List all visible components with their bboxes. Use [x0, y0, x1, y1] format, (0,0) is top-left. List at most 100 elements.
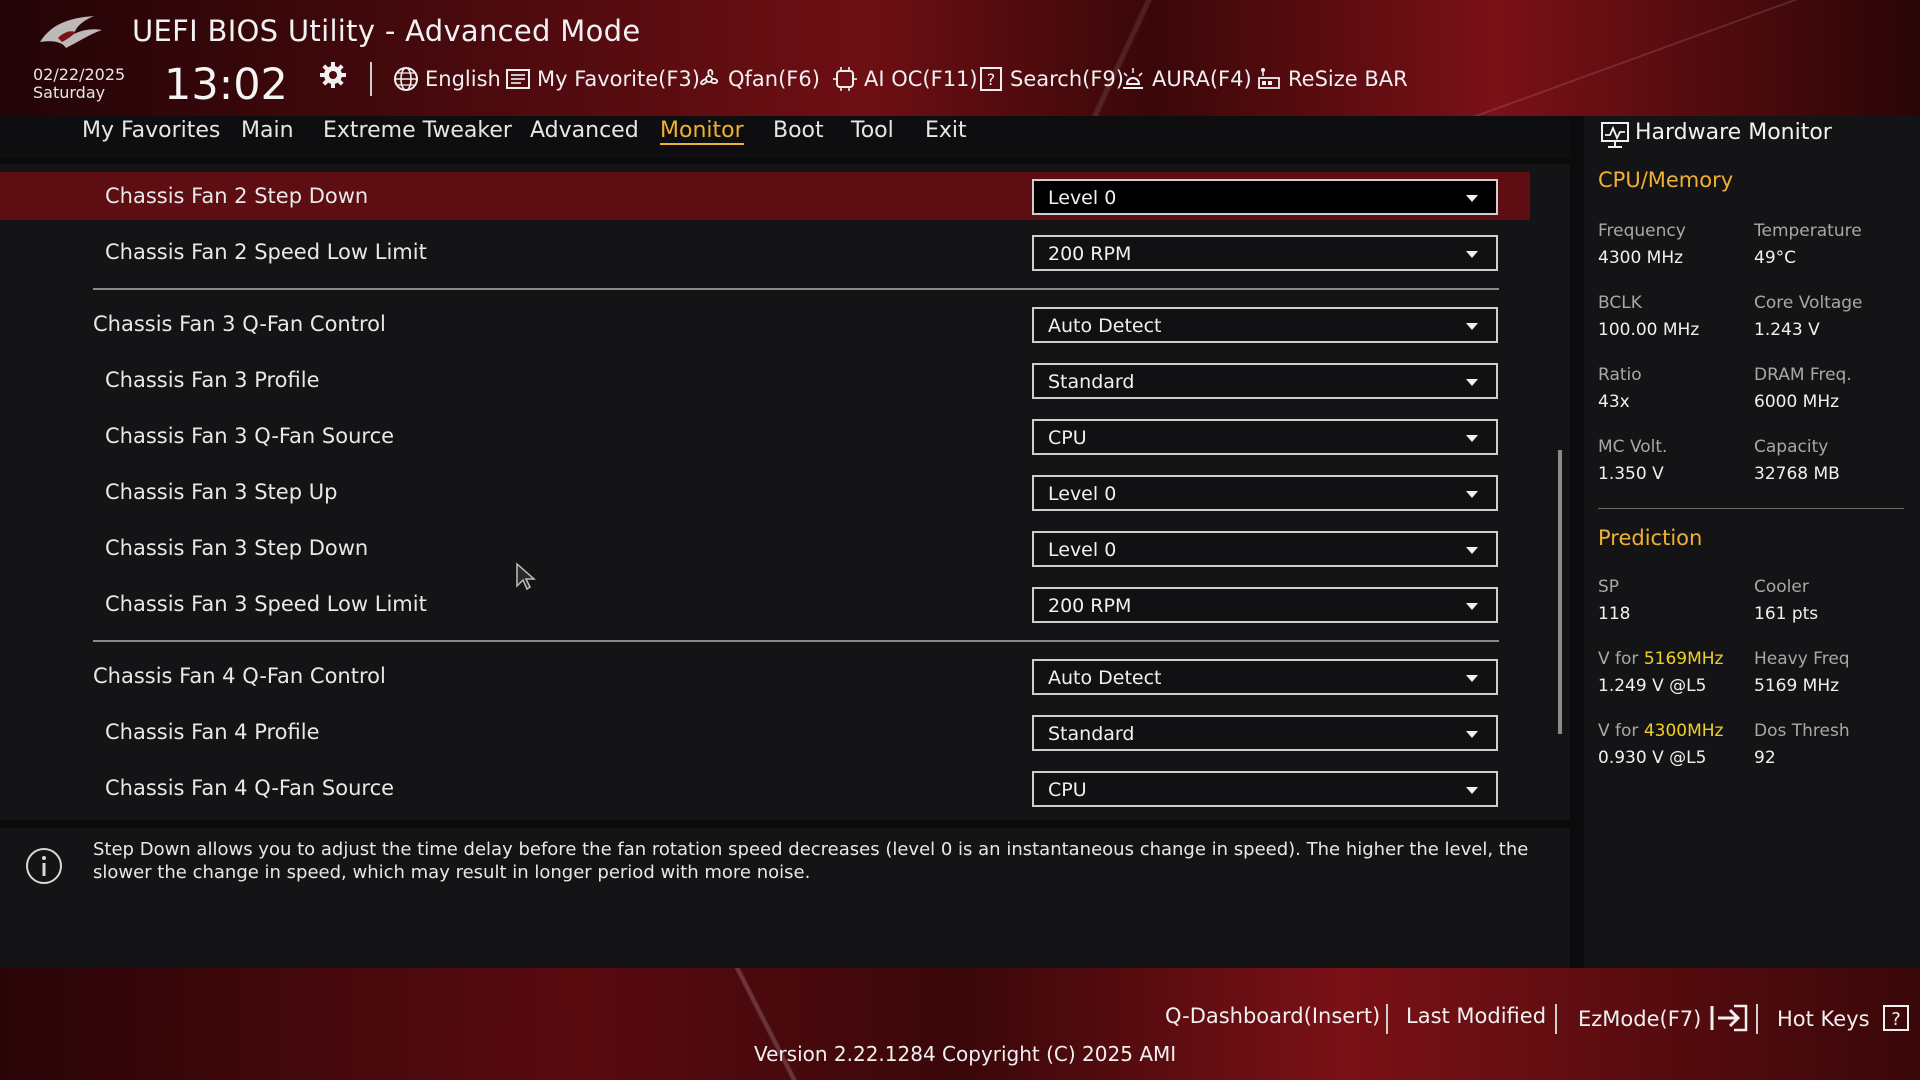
setting-row[interactable]: Chassis Fan 2 Step Down Level 0 — [0, 172, 1530, 220]
tab-exit[interactable]: Exit — [925, 118, 967, 143]
settings-panel: My Favorites Main Extreme Tweaker Advanc… — [0, 116, 1570, 820]
clock[interactable]: 13:02 — [164, 60, 288, 110]
chevron-down-icon — [1466, 675, 1478, 682]
frequency-value: 4300 MHz — [1598, 248, 1684, 268]
tab-extreme-tweaker[interactable]: Extreme Tweaker — [323, 118, 512, 143]
monitor-icon — [1601, 122, 1629, 148]
capacity-label: Capacity — [1754, 437, 1829, 457]
main-menu-tabs: My Favorites Main Extreme Tweaker Advanc… — [0, 116, 1570, 158]
setting-row[interactable]: Chassis Fan 4 Profile Standard — [0, 708, 1530, 756]
chevron-down-icon — [1466, 195, 1478, 202]
menu-divider — [0, 158, 1570, 164]
cpu-memory-title: CPU/Memory — [1598, 168, 1734, 192]
temperature-value: 49°C — [1754, 248, 1797, 268]
language-button[interactable]: English — [393, 64, 501, 94]
cooler-label: Cooler — [1754, 577, 1809, 597]
capacity-value: 32768 MB — [1754, 464, 1840, 484]
qfan-button[interactable]: Qfan(F6) — [696, 64, 820, 94]
hot-keys-button[interactable]: Hot Keys ? — [1777, 1004, 1910, 1032]
setting-label: Chassis Fan 2 Speed Low Limit — [105, 240, 427, 264]
setting-dropdown[interactable]: Auto Detect — [1032, 659, 1498, 695]
dropdown-value: Standard — [1048, 723, 1135, 745]
tab-monitor[interactable]: Monitor — [660, 118, 744, 145]
aura-button[interactable]: AURA(F4) — [1120, 64, 1252, 94]
setting-label: Chassis Fan 3 Step Up — [105, 480, 338, 504]
v-for-text: V for — [1598, 721, 1639, 741]
setting-dropdown[interactable]: Level 0 — [1032, 475, 1498, 511]
chevron-down-icon — [1466, 547, 1478, 554]
my-favorite-label: My Favorite(F3) — [537, 67, 700, 91]
my-favorite-button[interactable]: My Favorite(F3) — [505, 64, 700, 94]
ezmode-button[interactable]: EzMode(F7) — [1578, 1004, 1750, 1032]
setting-row[interactable]: Chassis Fan 4 Q-Fan Source CPU — [0, 764, 1530, 812]
tab-advanced[interactable]: Advanced — [530, 118, 639, 143]
section-divider — [1598, 508, 1904, 509]
tab-boot[interactable]: Boot — [773, 118, 824, 143]
dropdown-value: 200 RPM — [1048, 243, 1132, 265]
setting-row[interactable]: Chassis Fan 3 Step Up Level 0 — [0, 468, 1530, 516]
heavy-freq-value: 5169 MHz — [1754, 676, 1840, 696]
setting-dropdown[interactable]: 200 RPM — [1032, 235, 1498, 271]
help-text: Step Down allows you to adjust the time … — [93, 839, 1529, 883]
date-display: 02/22/2025 Saturday — [33, 66, 125, 102]
language-label: English — [425, 67, 501, 91]
dos-thresh-value: 92 — [1754, 748, 1776, 768]
tab-main[interactable]: Main — [241, 118, 294, 143]
dropdown-value: CPU — [1048, 779, 1087, 801]
setting-dropdown[interactable]: Level 0 — [1032, 531, 1498, 567]
setting-dropdown[interactable]: Level 0 — [1032, 179, 1498, 215]
ai-chip-icon — [833, 67, 857, 91]
chevron-down-icon — [1466, 379, 1478, 386]
chevron-down-icon — [1466, 323, 1478, 330]
footer-separator — [1386, 1004, 1388, 1034]
setting-dropdown[interactable]: Standard — [1032, 715, 1498, 751]
sp-label: SP — [1598, 577, 1620, 597]
setting-row[interactable]: Chassis Fan 3 Q-Fan Source CPU — [0, 412, 1530, 460]
search-button[interactable]: ? Search(F9) — [978, 64, 1124, 94]
fan-icon — [700, 68, 719, 86]
chevron-down-icon — [1466, 491, 1478, 498]
setting-row[interactable]: Chassis Fan 3 Speed Low Limit 200 RPM — [0, 580, 1530, 628]
qfan-label: Qfan(F6) — [728, 67, 820, 91]
version-copyright: Version 2.22.1284 Copyright (C) 2025 AMI — [754, 1042, 1177, 1066]
footer-separator — [1555, 1004, 1557, 1034]
q-dashboard-button[interactable]: Q-Dashboard(Insert) — [1165, 1004, 1380, 1028]
setting-label: Chassis Fan 3 Q-Fan Source — [105, 424, 395, 448]
day-text: Saturday — [33, 83, 106, 102]
group-divider — [93, 640, 1499, 642]
bios-screen: UEFI BIOS Utility - Advanced Mode 02/22/… — [0, 0, 1920, 1080]
setting-row[interactable]: Chassis Fan 2 Speed Low Limit 200 RPM — [0, 228, 1530, 276]
bclk-value: 100.00 MHz — [1598, 320, 1700, 340]
aura-light-icon — [1123, 68, 1143, 89]
setting-row[interactable]: Chassis Fan 4 Q-Fan Control Auto Detect — [0, 652, 1530, 700]
ai-oc-button[interactable]: AI OC(F11) — [832, 64, 978, 94]
setting-row[interactable]: Chassis Fan 3 Step Down Level 0 — [0, 524, 1530, 572]
resize-bar-button[interactable]: ReSize BAR — [1256, 64, 1408, 94]
tab-tool[interactable]: Tool — [851, 118, 894, 143]
setting-row[interactable]: Chassis Fan 3 Q-Fan Control Auto Detect — [0, 300, 1530, 348]
dropdown-value: Auto Detect — [1048, 315, 1162, 337]
setting-dropdown[interactable]: Standard — [1032, 363, 1498, 399]
v-for-value-2: 0.930 V @L5 — [1598, 748, 1707, 768]
setting-label: Chassis Fan 2 Step Down — [105, 184, 369, 208]
setting-row[interactable]: Chassis Fan 3 Profile Standard — [0, 356, 1530, 404]
header-separator — [370, 62, 372, 96]
mouse-pointer-icon — [516, 562, 536, 591]
chevron-down-icon — [1466, 251, 1478, 258]
sp-value: 118 — [1598, 604, 1631, 624]
hot-keys-label: Hot Keys — [1777, 1007, 1870, 1031]
header-bar: UEFI BIOS Utility - Advanced Mode 02/22/… — [0, 0, 1920, 116]
hardware-monitor-panel: Hardware Monitor CPU/Memory Frequency 43… — [1584, 116, 1920, 968]
setting-dropdown[interactable]: Auto Detect — [1032, 307, 1498, 343]
setting-dropdown[interactable]: 200 RPM — [1032, 587, 1498, 623]
setting-label: Chassis Fan 3 Q-Fan Control — [93, 312, 386, 336]
last-modified-button[interactable]: Last Modified — [1406, 1004, 1546, 1028]
dropdown-value: Auto Detect — [1048, 667, 1162, 689]
gear-icon[interactable] — [318, 60, 348, 90]
setting-dropdown[interactable]: CPU — [1032, 419, 1498, 455]
scrollbar[interactable] — [1558, 450, 1562, 734]
setting-dropdown[interactable]: CPU — [1032, 771, 1498, 807]
dos-thresh-label: Dos Thresh — [1754, 721, 1850, 741]
tab-my-favorites[interactable]: My Favorites — [82, 118, 220, 143]
v-for-value-1: 1.249 V @L5 — [1598, 676, 1707, 696]
